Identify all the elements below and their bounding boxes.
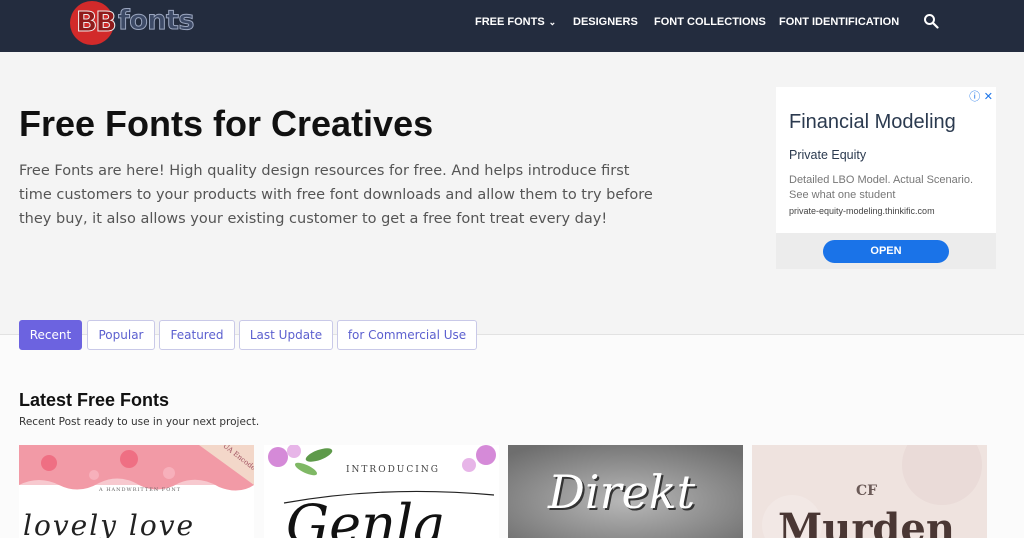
ad-url: private-equity-modeling.thinkific.com: [789, 206, 935, 216]
nav-free-fonts[interactable]: FREE FONTS ⌄: [475, 16, 556, 28]
card-font-sample: Genla: [286, 493, 446, 538]
font-card-direkt[interactable]: Direkt: [508, 445, 743, 538]
hero-description: Free Fonts are here! High quality design…: [19, 163, 653, 227]
card-font-sample: Direkt: [548, 465, 696, 519]
page-title: Free Fonts for Creatives: [19, 103, 434, 144]
tab-popular[interactable]: Popular: [87, 320, 155, 350]
font-card-murden[interactable]: CF Murden: [752, 445, 987, 538]
tab-commercial-use[interactable]: for Commercial Use: [337, 320, 477, 350]
font-card-genla[interactable]: INTRODUCING Genla: [264, 445, 499, 538]
card-font-sample: Murden: [778, 505, 955, 538]
card-tag: INTRODUCING: [346, 465, 440, 475]
nav-free-fonts-label: FREE FONTS: [475, 16, 545, 28]
nav-font-collections[interactable]: FONT COLLECTIONS: [654, 16, 766, 28]
logo-fonts-text: fonts: [118, 5, 196, 37]
search-icon[interactable]: [923, 13, 939, 29]
card-tag: A HANDWRITTEN FONT: [99, 487, 182, 493]
tab-recent[interactable]: Recent: [19, 320, 82, 350]
logo-bb-text: BB: [76, 5, 118, 39]
ad-body-text: Detailed LBO Model. Actual Scenario. See…: [789, 174, 974, 201]
section-subtitle: Recent Post ready to use in your next pr…: [19, 416, 260, 428]
site-header: BB fonts FREE FONTS ⌄ DESIGNERS FONT COLL…: [0, 0, 1024, 52]
section-title: Latest Free Fonts: [19, 390, 170, 410]
tab-last-update[interactable]: Last Update: [239, 320, 333, 350]
ad-subtitle: Private Equity: [789, 148, 867, 162]
card-font-sample: lovely love: [23, 509, 196, 538]
font-card-lovely-love[interactable]: PUA Encoded A HANDWRITTEN FONT lovely lo…: [19, 445, 254, 538]
nav-font-identification[interactable]: FONT IDENTIFICATION: [779, 16, 899, 28]
chevron-down-icon: ⌄: [548, 17, 557, 27]
ad-title: Financial Modeling: [789, 111, 956, 133]
ad-banner[interactable]: ⓘ ✕ Financial Modeling Private Equity De…: [776, 87, 996, 269]
tab-featured[interactable]: Featured: [159, 320, 235, 350]
card-tag: CF: [856, 483, 878, 499]
nav-designers[interactable]: DESIGNERS: [573, 16, 638, 28]
ad-open-button[interactable]: OPEN: [823, 240, 949, 263]
ad-close-icon[interactable]: ⓘ ✕: [969, 88, 993, 104]
site-logo[interactable]: BB fonts: [70, 1, 210, 45]
